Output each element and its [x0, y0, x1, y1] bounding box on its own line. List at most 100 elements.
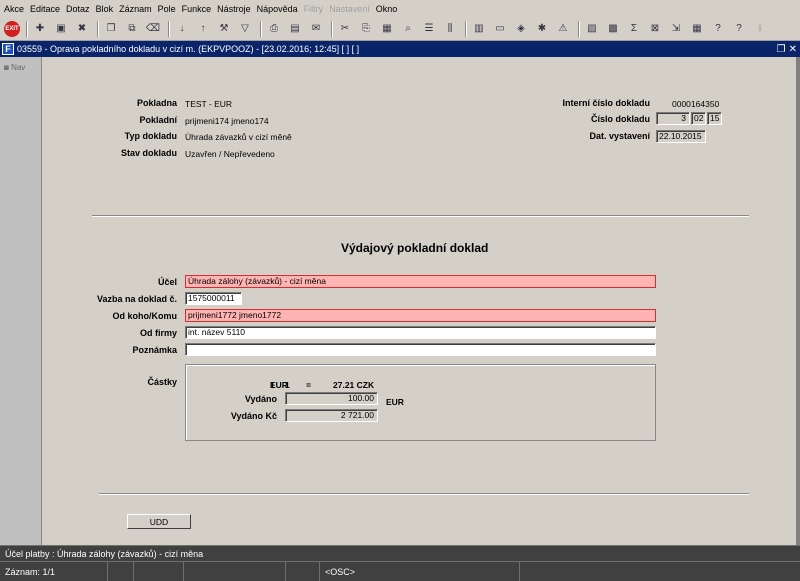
vydano-kc-field[interactable]: 2 721.00 [285, 409, 378, 422]
settings-icon[interactable]: ✱ [533, 20, 551, 38]
dat-vystaveni-field[interactable]: 22.10.2015 [656, 130, 706, 143]
cislo-dokladu-part3[interactable]: 15 [707, 112, 722, 125]
report-icon[interactable]: ▧ [583, 20, 601, 38]
calculator-icon[interactable]: ▦ [688, 20, 706, 38]
menu-blok[interactable]: Blok [96, 4, 114, 14]
exit-icon[interactable]: EXIT [4, 20, 20, 37]
delete-record-icon[interactable]: ✖ [73, 20, 91, 38]
app-icon: F [2, 43, 14, 55]
status-message-bar: Účel platby : Úhrada zálohy (závazků) - … [0, 545, 800, 561]
list-icon[interactable]: ☰ [420, 20, 438, 38]
toolbar-separator [97, 20, 99, 37]
filter-icon[interactable]: ▽ [236, 20, 254, 38]
divider [92, 215, 749, 217]
form-title: Výdajový pokladní doklad [341, 241, 489, 255]
od-firmy-field[interactable]: int. název 5110 [185, 326, 656, 339]
info-icon: ℹ [758, 23, 762, 34]
database-icon[interactable]: ▥ [470, 20, 488, 38]
close-icon[interactable]: ✕ [789, 44, 797, 55]
pokladna-value: TEST - EUR [185, 99, 233, 109]
sort-asc-icon[interactable]: ↓ [173, 20, 191, 38]
menu-bar: Akce Editace Dotaz Blok Záznam Pole Funk… [0, 0, 800, 17]
ucel-field[interactable]: Úhrada zálohy (závazků) - cizí měna [185, 275, 656, 288]
interni-cislo-label: Interní číslo dokladu [562, 98, 650, 108]
toolbar-separator [331, 20, 333, 37]
od-firmy-label: Od firmy [139, 328, 177, 338]
status-cell [286, 562, 320, 581]
menu-akce[interactable]: Akce [4, 4, 24, 14]
menu-okno[interactable]: Okno [376, 4, 398, 14]
menu-napoveda[interactable]: Nápověda [257, 4, 298, 14]
typ-dokladu-value: Úhrada závazků v cizí měně [185, 132, 292, 142]
udd-button[interactable]: UDD [127, 514, 191, 529]
cut-icon[interactable]: ✂ [336, 20, 354, 38]
pokladni-label: Pokladní [139, 115, 177, 125]
menu-zaznam[interactable]: Záznam [119, 4, 152, 14]
box-icon[interactable]: ◈ [512, 20, 530, 38]
menu-filtry: Filtry [303, 3, 324, 14]
search-icon[interactable]: ⌕ [399, 20, 417, 38]
calendar-icon[interactable]: ▩ [604, 20, 622, 38]
poznamka-label: Poznámka [132, 345, 177, 355]
document-icon[interactable]: ▭ [491, 20, 509, 38]
main-content: Pokladna TEST - EUR Pokladní prijmeni174… [42, 57, 800, 545]
status-record: Záznam: 1/1 [0, 562, 108, 581]
toolbar: EXIT ✚ ▣ ✖ ❐ ⧉ ⌫ ↓ ↑ ⚒ ▽ ⎙ ▤ ✉ ✂ ⎘ ▦ ⌕ ☰… [0, 17, 800, 41]
print-icon[interactable]: ⎙ [265, 20, 283, 38]
vydano-field[interactable]: 100.00 [285, 392, 378, 405]
menu-nastroje[interactable]: Nástroje [217, 4, 251, 14]
typ-dokladu-label: Typ dokladu [124, 131, 177, 141]
ucel-label: Účel [157, 277, 177, 287]
vydano-label: Vydáno [244, 394, 277, 404]
status-mode: <OSC> [320, 562, 520, 581]
vydano-kc-label: Vydáno Kč [230, 411, 277, 421]
status-cell [520, 562, 800, 581]
vazba-field[interactable]: 1575000011 [185, 292, 242, 305]
vazba-label: Vazba na doklad č. [96, 294, 177, 304]
paste-icon[interactable]: ⎘ [357, 20, 375, 38]
rate-currency: EUR [270, 380, 288, 390]
window-title-bar: F 03559 - Oprava pokladního dokladu v ci… [0, 41, 800, 57]
warning-icon[interactable]: ⚠ [554, 20, 572, 38]
clipboard-icon[interactable]: ▦ [378, 20, 396, 38]
sum-icon[interactable]: Σ [625, 20, 643, 38]
sort-desc-icon[interactable]: ↑ [194, 20, 212, 38]
new-record-icon[interactable]: ✚ [31, 20, 49, 38]
status-message: Účel platby : Úhrada zálohy (závazků) - … [5, 548, 204, 559]
menu-dotaz[interactable]: Dotaz [66, 4, 90, 14]
dat-vystaveni-label: Dat. vystavení [589, 131, 650, 141]
toolbar-separator [260, 20, 262, 37]
cislo-dokladu-part2[interactable]: 02 [691, 112, 706, 125]
menu-funkce[interactable]: Funkce [182, 4, 212, 14]
nav-label: Nav [11, 63, 26, 72]
copy-icon[interactable]: ❐ [102, 20, 120, 38]
scrollbar[interactable] [796, 57, 800, 545]
cislo-dokladu-part1[interactable]: 3 [656, 112, 690, 125]
restore-icon[interactable]: ❐ [777, 44, 786, 55]
od-koho-field[interactable]: prijmeni1772 jmeno1772 [185, 309, 656, 322]
stav-dokladu-label: Stav dokladu [120, 148, 177, 158]
mail-icon[interactable]: ✉ [307, 20, 325, 38]
context-help-icon[interactable]: ? [730, 20, 748, 38]
toolbar-separator [465, 20, 467, 37]
tools-icon[interactable]: ⚒ [215, 20, 233, 38]
insert-record-icon[interactable]: ▣ [52, 20, 70, 38]
menu-pole[interactable]: Pole [158, 4, 176, 14]
menu-editace[interactable]: Editace [30, 4, 60, 14]
excel-icon[interactable]: ⊠ [646, 20, 664, 38]
nav-button[interactable]: ◙ Nav [0, 57, 41, 78]
status-cell [184, 562, 286, 581]
clear-icon[interactable]: ⌫ [144, 20, 162, 38]
duplicate-icon[interactable]: ⧉ [123, 20, 141, 38]
cislo-dokladu-label: Číslo dokladu [590, 114, 650, 124]
nav-icon: ◙ [4, 63, 9, 72]
columns-icon[interactable]: ⫼ [441, 20, 459, 38]
help-icon[interactable]: ? [709, 20, 727, 38]
poznamka-field[interactable] [185, 343, 656, 356]
preview-icon[interactable]: ▤ [286, 20, 304, 38]
export-icon[interactable]: ⇲ [667, 20, 685, 38]
bottom-divider [99, 493, 749, 495]
rate-equals: = [306, 380, 311, 390]
toolbar-separator [578, 20, 580, 37]
toolbar-separator [26, 20, 28, 37]
